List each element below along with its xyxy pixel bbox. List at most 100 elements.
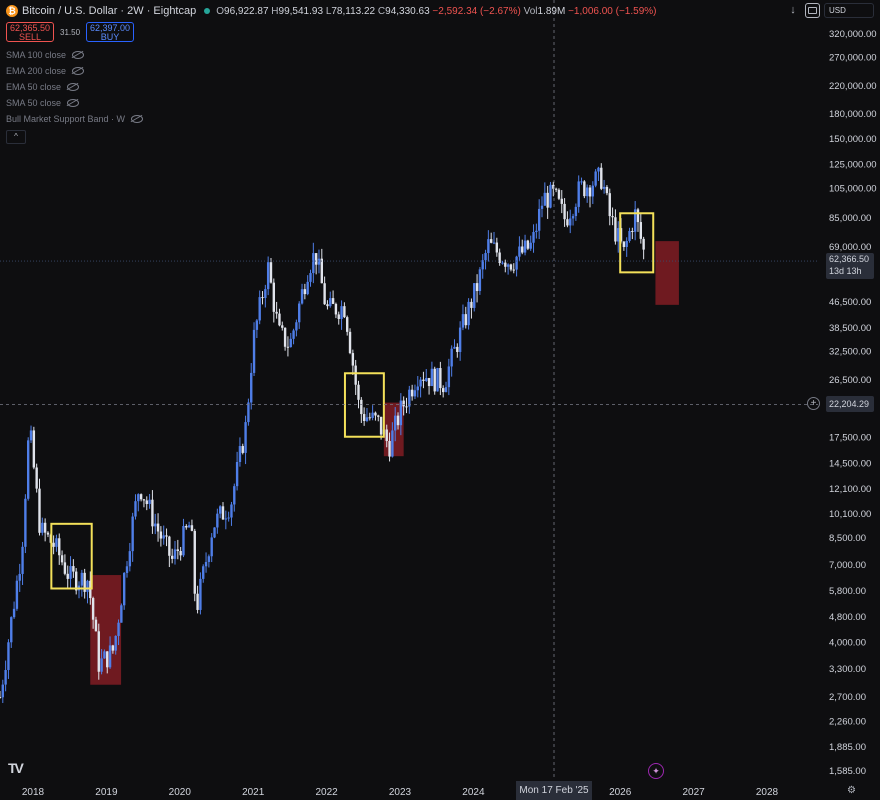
indicator-sma50[interactable]: SMA 50 close: [6, 98, 80, 108]
sell-button[interactable]: 62,365.50 SELL: [6, 22, 54, 42]
price-axis-tick: 2,260.00: [829, 717, 866, 728]
crosshair-time-label: Mon 17 Feb '25: [516, 781, 592, 800]
candle-body: [100, 658, 103, 672]
chevron-up-icon[interactable]: ^: [6, 130, 26, 144]
candle-body: [179, 551, 182, 556]
price-axis-tick: 69,000.00: [829, 242, 871, 253]
candle-body: [247, 402, 250, 423]
eye-hidden-icon[interactable]: [67, 83, 80, 91]
candle-body: [185, 526, 188, 528]
candle-body: [495, 242, 499, 253]
candle-body: [190, 525, 194, 531]
symbol-title[interactable]: Bitcoin / U.S. Dollar · 2W · Eightcap: [22, 5, 196, 17]
candle-body: [506, 264, 510, 267]
market-status-icon: [204, 8, 211, 14]
candle-body: [320, 258, 324, 284]
price-axis-tick: 8,500.00: [829, 533, 866, 544]
candle-body: [72, 566, 75, 572]
candle-body: [111, 645, 115, 651]
candle-body: [467, 301, 470, 326]
candle-body: [371, 412, 374, 418]
bitcoin-logo-icon: ₿: [6, 5, 18, 17]
eye-hidden-icon[interactable]: [67, 99, 80, 107]
candle-body: [326, 304, 329, 307]
candle-body: [125, 566, 129, 573]
candle-body: [12, 608, 16, 618]
bar-countdown: 13d 13h: [829, 266, 862, 276]
price-axis-tick: 7,000.00: [829, 560, 866, 571]
current-price-label: 62,366.50 13d 13h: [826, 253, 874, 279]
candle-body: [391, 430, 394, 457]
candle-body: [585, 187, 589, 197]
candle-body: [600, 167, 603, 189]
candle-body: [405, 406, 408, 408]
price-axis-tick: 17,500.00: [829, 433, 871, 444]
candle-body: [430, 368, 434, 387]
indicator-label: SMA 50 close: [6, 98, 62, 108]
magic-icon[interactable]: ✦: [648, 763, 664, 779]
candle-body: [554, 188, 558, 190]
download-icon[interactable]: ↓: [786, 3, 800, 17]
candle-body: [574, 206, 578, 217]
candle-body: [24, 498, 27, 547]
candle-body: [433, 368, 436, 392]
candle-body: [379, 416, 383, 435]
candle-body: [602, 186, 606, 189]
candle-body: [69, 566, 72, 579]
candle-body: [176, 549, 180, 552]
candle-body: [608, 193, 611, 217]
candle-body: [314, 253, 318, 265]
candle-body: [264, 289, 267, 298]
buy-label: BUY: [100, 32, 120, 42]
candle-body: [473, 283, 476, 308]
currency-select[interactable]: USD: [824, 3, 874, 18]
candle-body: [625, 240, 628, 247]
candle-body: [611, 216, 614, 218]
indicator-label: EMA 200 close: [6, 66, 67, 76]
eye-hidden-icon[interactable]: [72, 51, 85, 59]
indicator-bull-band[interactable]: Bull Market Support Band · W: [6, 114, 144, 124]
candle-body: [368, 417, 371, 419]
tradingview-logo[interactable]: TV: [8, 760, 24, 776]
candle-body: [32, 430, 36, 468]
candle-body: [628, 230, 631, 241]
candle-body: [199, 578, 202, 610]
candle-body: [317, 258, 321, 265]
candle-body: [120, 605, 123, 623]
candle-body: [255, 320, 259, 330]
candle-body: [509, 264, 513, 270]
candle-body: [588, 187, 592, 197]
eye-hidden-icon[interactable]: [131, 115, 144, 123]
change-value: −2,592.34 (−2.67%): [432, 5, 521, 17]
buy-button[interactable]: 62,397.00 BUY: [86, 22, 135, 42]
price-axis-tick: 12,100.00: [829, 484, 871, 495]
high-value: 99,541.93: [278, 5, 324, 17]
candle-body: [139, 494, 143, 500]
price-axis-tick: 180,000.00: [829, 109, 877, 120]
candle-body: [639, 222, 643, 239]
candle-body: [165, 535, 168, 537]
gear-icon[interactable]: ⚙: [847, 785, 856, 796]
candle-body: [475, 283, 479, 292]
candle-body: [583, 181, 586, 197]
panel-toggle-icon[interactable]: [805, 3, 820, 18]
indicator-ema50[interactable]: EMA 50 close: [6, 82, 80, 92]
indicator-ema200[interactable]: EMA 200 close: [6, 66, 85, 76]
candle-body: [557, 189, 561, 199]
candle-body: [103, 651, 106, 659]
spread-value: 31.50: [60, 27, 81, 37]
candle-body: [306, 281, 309, 295]
time-axis-tick: 2023: [389, 787, 412, 798]
candle-body: [642, 238, 645, 250]
candle-body: [481, 260, 484, 270]
candle-body: [571, 216, 575, 219]
eye-hidden-icon[interactable]: [72, 67, 85, 75]
candle-body: [563, 203, 566, 220]
candle-body: [413, 390, 417, 397]
add-alert-icon[interactable]: +: [807, 397, 820, 410]
indicator-sma100[interactable]: SMA 100 close: [6, 50, 85, 60]
high-label: H: [271, 5, 279, 17]
price-axis-tick: 26,500.00: [829, 375, 871, 386]
candle-body: [43, 522, 47, 533]
candle-body: [416, 386, 419, 391]
